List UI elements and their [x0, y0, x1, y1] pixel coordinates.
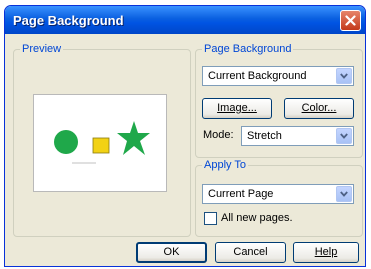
image-button[interactable]: Image...	[202, 98, 272, 119]
preview-page	[33, 94, 167, 192]
yellow-square-shape	[92, 137, 110, 154]
mode-label: Mode:	[203, 129, 234, 141]
help-button[interactable]: Help	[293, 242, 359, 263]
green-circle-shape	[54, 130, 78, 154]
background-select[interactable]: Current Background	[202, 66, 354, 86]
window-title: Page Background	[13, 13, 124, 28]
mode-select[interactable]: Stretch	[241, 126, 354, 146]
help-button-label: Help	[314, 246, 338, 258]
apply-to-legend: Apply To	[204, 159, 246, 171]
background-select-arrow[interactable]	[336, 68, 352, 84]
title-bar[interactable]: Page Background	[5, 6, 365, 34]
cancel-button-label: Cancel	[233, 246, 268, 258]
preview-shapes	[54, 121, 150, 164]
page-background-legend: Page Background	[204, 43, 292, 55]
apply-to-select[interactable]: Current Page	[202, 184, 354, 204]
cancel-button[interactable]: Cancel	[215, 242, 286, 263]
chevron-down-icon	[340, 133, 348, 139]
mode-select-arrow[interactable]	[336, 128, 352, 144]
apply-to-select-arrow[interactable]	[336, 186, 352, 202]
preview-legend: Preview	[22, 43, 62, 55]
close-button[interactable]	[340, 10, 361, 31]
page-background-dialog: Page Background Preview Page Background …	[4, 5, 366, 267]
chevron-down-icon	[340, 191, 348, 197]
ok-button-label: OK	[163, 246, 180, 258]
mode-select-value: Stretch	[247, 130, 282, 142]
green-star-shape	[117, 121, 150, 155]
background-select-value: Current Background	[208, 70, 307, 82]
ok-button[interactable]: OK	[136, 242, 207, 263]
all-new-pages-label[interactable]: All new pages.	[221, 212, 293, 224]
image-button-label: Image...	[217, 102, 257, 114]
color-button[interactable]: Color...	[284, 98, 354, 119]
color-button-label: Color...	[301, 102, 337, 114]
apply-to-select-value: Current Page	[208, 188, 274, 200]
chevron-down-icon	[340, 73, 348, 79]
close-icon	[345, 15, 356, 26]
all-new-pages-checkbox[interactable]	[204, 212, 217, 225]
